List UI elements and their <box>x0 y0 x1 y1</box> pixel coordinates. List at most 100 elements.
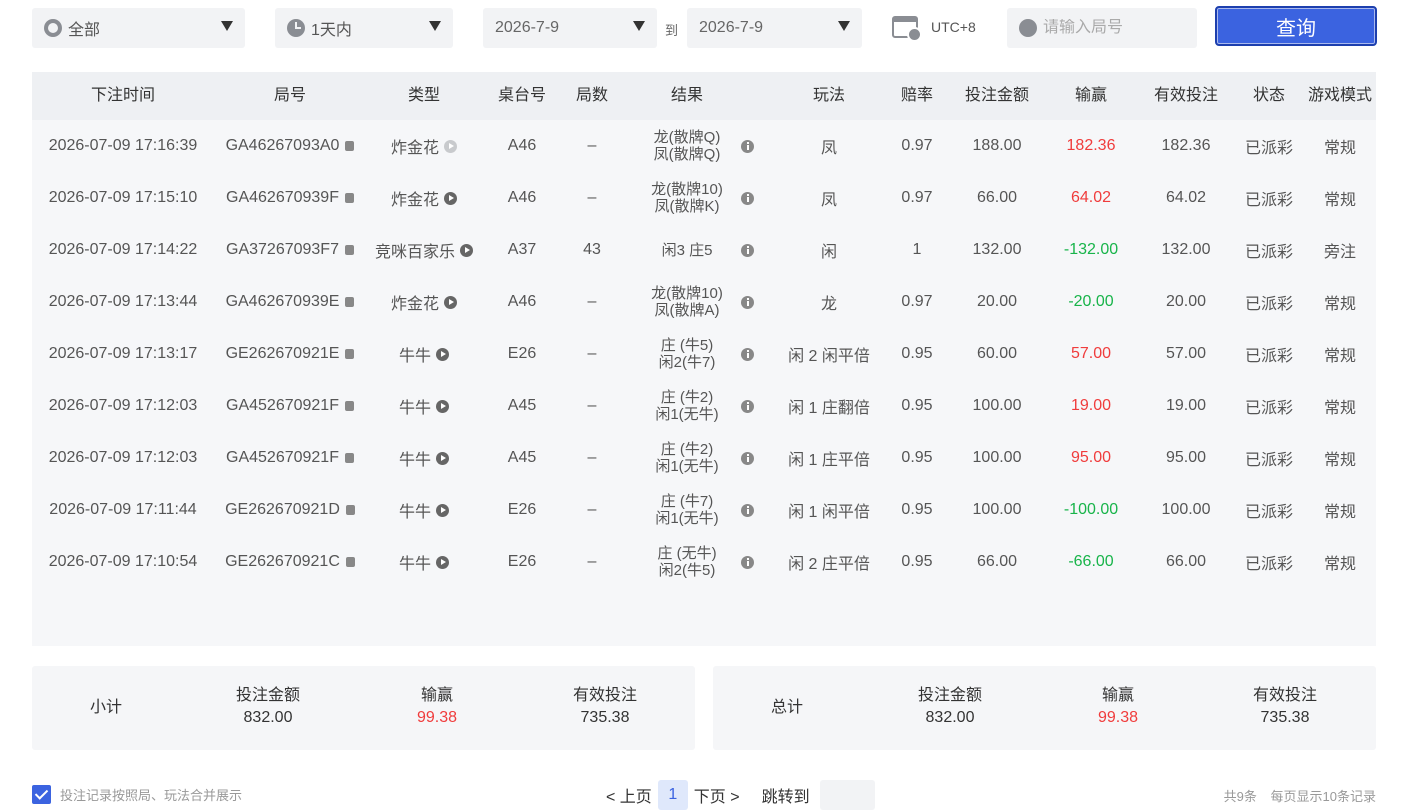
timezone-picker[interactable]: UTC+8 <box>892 16 976 42</box>
cell-status: 已派彩 <box>1239 276 1299 328</box>
result-text: 闲3 庄5 <box>662 242 713 259</box>
total-valid-value: 735.38 <box>1260 709 1310 726</box>
copy-icon[interactable] <box>345 141 355 151</box>
play-replay-icon[interactable] <box>436 451 449 465</box>
status: 已派彩 <box>1244 244 1293 261</box>
cell-type: 炸金花 <box>364 120 484 172</box>
table-number: A46 <box>507 189 537 206</box>
valid-bet: 182.36 <box>1161 137 1211 154</box>
query-button[interactable]: 查询 <box>1215 6 1377 46</box>
game-filter-select[interactable]: 全部 <box>32 8 245 48</box>
cell-count: 43 <box>567 224 617 276</box>
play-replay-icon[interactable] <box>444 191 457 205</box>
game-type: 牛牛 <box>398 556 431 573</box>
info-icon[interactable] <box>741 295 754 309</box>
cell-winloss: -132.00 <box>1046 224 1136 276</box>
column-header-count: 局数 <box>575 87 608 104</box>
date-range-separator: 到 <box>665 23 679 38</box>
copy-icon[interactable] <box>345 557 355 567</box>
copy-icon[interactable] <box>344 453 354 463</box>
cell-mode: 旁注 <box>1304 224 1376 276</box>
copy-icon[interactable] <box>344 401 354 411</box>
cell-amount: 66.00 <box>952 536 1042 588</box>
date-to-select[interactable]: 2026-7-9 <box>687 8 862 48</box>
cell-table: A45 <box>492 380 552 432</box>
cell-status: 已派彩 <box>1239 120 1299 172</box>
result-text: 庄 (无牛) 闲2(牛5) <box>657 545 716 579</box>
play-replay-icon[interactable] <box>460 243 473 257</box>
round-count: – <box>587 397 597 414</box>
table-row: 2026-07-09 17:10:54 GE262670921C 牛牛 E26 – 庄 (… <box>32 536 1376 588</box>
column-header-table: 桌台号 <box>497 87 546 104</box>
copy-icon[interactable] <box>344 245 354 255</box>
result-line: 庄 (牛7) <box>660 493 714 510</box>
cell-winloss: -100.00 <box>1046 484 1136 536</box>
next-page-button[interactable]: 下页 > <box>694 783 740 807</box>
result-text: 龙(散牌10) 凤(散牌A) <box>651 285 723 319</box>
cell-amount: 188.00 <box>952 120 1042 172</box>
cell-count: – <box>567 120 617 172</box>
info-icon[interactable] <box>741 503 754 517</box>
result-line: 龙(散牌Q) <box>653 129 721 146</box>
date-from-select[interactable]: 2026-7-9 <box>483 8 657 48</box>
copy-icon[interactable] <box>344 193 354 203</box>
cell-odds: 0.95 <box>892 432 942 484</box>
cell-winloss: -66.00 <box>1046 536 1136 588</box>
bet-time: 2026-07-09 17:13:44 <box>48 293 198 310</box>
cell-odds: 0.95 <box>892 536 942 588</box>
round-id: GA462670939F <box>226 189 339 206</box>
cell-odds: 0.95 <box>892 380 942 432</box>
subtotal-amount-label: 投注金额 <box>235 687 300 704</box>
play-replay-icon[interactable] <box>436 503 449 517</box>
play-replay-icon[interactable] <box>444 139 457 153</box>
info-icon[interactable] <box>741 347 754 361</box>
info-icon[interactable] <box>741 451 754 465</box>
round-id: GA37267093F7 <box>226 241 339 258</box>
play-replay-icon[interactable] <box>436 399 449 413</box>
table-row: 2026-07-09 17:13:44 GA462670939E 炸金花 A46 – 龙(… <box>32 276 1376 328</box>
copy-icon[interactable] <box>345 505 355 515</box>
total-amount-value: 832.00 <box>925 709 975 726</box>
period-filter-select[interactable]: 1天内 <box>275 8 453 48</box>
bet-time: 2026-07-09 17:12:03 <box>48 449 198 466</box>
info-icon[interactable] <box>741 399 754 413</box>
cell-amount: 132.00 <box>952 224 1042 276</box>
result-line: 闲2(牛7) <box>658 354 716 371</box>
info-icon[interactable] <box>741 191 754 205</box>
table-row: 2026-07-09 17:12:03 GA452670921F 牛牛 A45 – 庄 (… <box>32 432 1376 484</box>
odds: 1 <box>912 241 922 258</box>
jump-page-input[interactable] <box>819 780 875 810</box>
odds: 0.95 <box>901 501 933 518</box>
cell-round: GE262670921E <box>215 328 365 380</box>
game-mode: 常规 <box>1323 348 1356 365</box>
cell-result: 庄 (牛2) 闲1(无牛) <box>632 432 754 484</box>
cell-time: 2026-07-09 17:16:39 <box>33 120 213 172</box>
play-replay-icon[interactable] <box>436 347 449 361</box>
bet-type: 龙 <box>820 296 837 313</box>
round-input[interactable] <box>1043 19 1183 37</box>
status: 已派彩 <box>1244 400 1293 417</box>
cell-status: 已派彩 <box>1239 380 1299 432</box>
bet-time: 2026-07-09 17:16:39 <box>48 137 198 154</box>
cell-valid: 132.00 <box>1141 224 1231 276</box>
subtotal-valid: 有效投注 735.38 <box>535 686 675 730</box>
copy-icon[interactable] <box>345 349 355 359</box>
prev-page-button[interactable]: < 上页 <box>606 783 652 807</box>
info-icon[interactable] <box>741 243 754 257</box>
cell-status: 已派彩 <box>1239 328 1299 380</box>
merge-option[interactable]: 投注记录按照局、玩法合并展示 <box>32 785 242 804</box>
round-search-box[interactable] <box>1007 8 1197 48</box>
play-replay-icon[interactable] <box>436 555 449 569</box>
copy-icon[interactable] <box>345 297 355 307</box>
cell-bet: 龙 <box>774 276 884 328</box>
play-replay-icon[interactable] <box>444 295 457 309</box>
column-header-round: 局号 <box>273 87 306 104</box>
result-line: 凤(散牌Q) <box>653 146 721 163</box>
page-number-current[interactable]: 1 <box>657 780 688 810</box>
table-row: 2026-07-09 17:14:22 GA37267093F7 竞咪百家乐 A37 4… <box>32 224 1376 276</box>
info-icon[interactable] <box>741 555 754 569</box>
info-icon[interactable] <box>741 139 754 153</box>
cell-odds: 1 <box>892 224 942 276</box>
cell-time: 2026-07-09 17:10:54 <box>33 536 213 588</box>
merge-checkbox[interactable] <box>32 785 51 804</box>
